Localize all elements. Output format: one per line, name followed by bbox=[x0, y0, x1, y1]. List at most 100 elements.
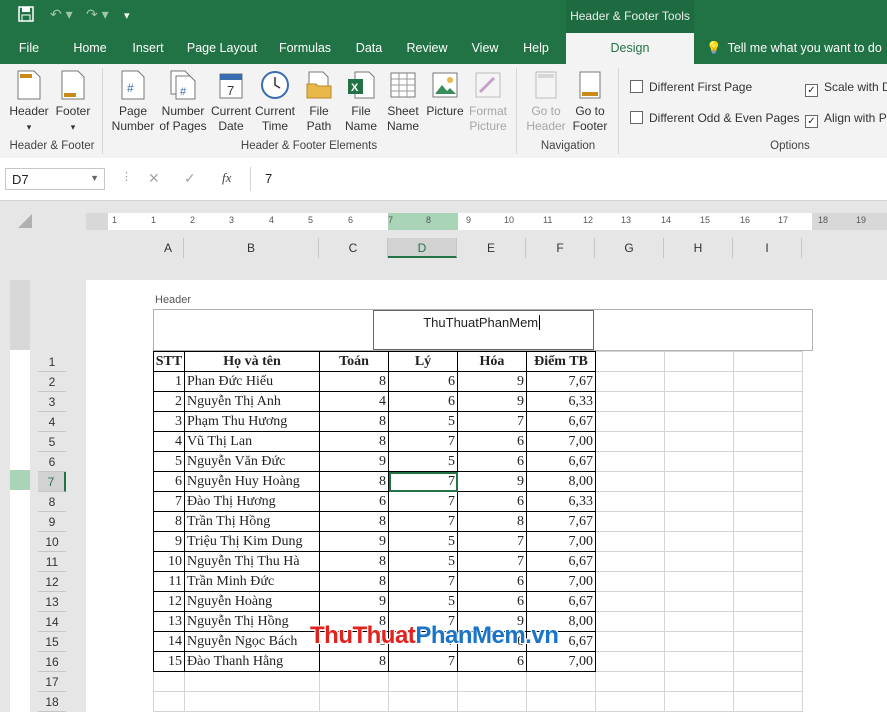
row-header-1[interactable]: 1 bbox=[38, 352, 66, 372]
row-header-17[interactable]: 17 bbox=[38, 672, 66, 692]
empty-cell[interactable] bbox=[664, 491, 734, 512]
different-odd-even-checkbox[interactable] bbox=[630, 111, 643, 124]
table-cell[interactable]: 8 bbox=[319, 431, 389, 452]
table-cell[interactable]: 7 bbox=[457, 411, 527, 432]
table-cell[interactable]: Nguyễn Thị Hồng bbox=[184, 611, 320, 632]
row-header-5[interactable]: 5 bbox=[38, 432, 66, 452]
table-cell[interactable]: 7,00 bbox=[526, 531, 596, 552]
tab-formulas[interactable]: Formulas bbox=[272, 33, 338, 64]
table-cell[interactable]: 14 bbox=[153, 631, 185, 652]
column-header-d[interactable]: D bbox=[388, 238, 457, 258]
empty-cell[interactable] bbox=[664, 611, 734, 632]
table-cell[interactable]: 7 bbox=[388, 491, 458, 512]
empty-cell[interactable] bbox=[664, 571, 734, 592]
go-to-footer-button[interactable]: Go to Footer bbox=[568, 70, 612, 134]
row-header-16[interactable]: 16 bbox=[38, 652, 66, 672]
table-cell[interactable]: 7 bbox=[388, 431, 458, 452]
table-cell[interactable]: 7 bbox=[457, 531, 527, 552]
table-cell[interactable]: 7,00 bbox=[526, 651, 596, 672]
table-cell[interactable]: Nguyễn Thị Anh bbox=[184, 391, 320, 412]
row-header-8[interactable]: 8 bbox=[38, 492, 66, 512]
table-header-cell[interactable]: Hóa bbox=[457, 351, 527, 372]
column-header-c[interactable]: C bbox=[319, 238, 388, 258]
customize-qat-icon[interactable]: ▾ bbox=[124, 9, 130, 22]
table-cell[interactable]: Trần Minh Đức bbox=[184, 571, 320, 592]
empty-cell[interactable] bbox=[733, 351, 803, 372]
empty-cell[interactable] bbox=[595, 571, 665, 592]
empty-cell[interactable] bbox=[733, 511, 803, 532]
table-cell[interactable]: 6 bbox=[457, 571, 527, 592]
empty-cell[interactable] bbox=[595, 671, 665, 692]
number-of-pages-button[interactable]: # Number of Pages bbox=[158, 70, 208, 134]
name-box-dropdown-icon[interactable]: ▼ bbox=[90, 173, 99, 183]
empty-cell[interactable] bbox=[595, 551, 665, 572]
active-cell[interactable]: 7 bbox=[388, 471, 458, 492]
different-odd-even-option[interactable]: Different Odd & Even Pages bbox=[630, 111, 800, 125]
table-cell[interactable]: 7,00 bbox=[526, 571, 596, 592]
empty-cell[interactable] bbox=[733, 571, 803, 592]
table-cell[interactable]: 7 bbox=[388, 571, 458, 592]
different-first-page-option[interactable]: Different First Page bbox=[630, 80, 752, 94]
format-picture-button[interactable]: Format Picture bbox=[466, 70, 510, 134]
table-cell[interactable]: Đào Thanh Hằng bbox=[184, 651, 320, 672]
align-with-margins-option[interactable]: ✓ Align with Page Margins bbox=[805, 111, 887, 128]
table-cell[interactable]: Trần Thị Hồng bbox=[184, 511, 320, 532]
sheet-name-button[interactable]: Sheet Name bbox=[382, 70, 424, 134]
empty-cell[interactable] bbox=[664, 391, 734, 412]
empty-cell[interactable] bbox=[733, 631, 803, 652]
table-cell[interactable]: 7 bbox=[457, 551, 527, 572]
table-cell[interactable]: Nguyễn Huy Hoàng bbox=[184, 471, 320, 492]
empty-cell[interactable] bbox=[664, 551, 734, 572]
row-header-14[interactable]: 14 bbox=[38, 612, 66, 632]
insert-function-icon[interactable]: fx bbox=[222, 170, 231, 186]
empty-cell[interactable] bbox=[595, 371, 665, 392]
table-cell[interactable]: 1 bbox=[153, 371, 185, 392]
empty-cell[interactable] bbox=[664, 531, 734, 552]
empty-cell[interactable] bbox=[595, 591, 665, 612]
empty-cell[interactable] bbox=[664, 691, 734, 712]
table-cell[interactable]: 9 bbox=[319, 531, 389, 552]
empty-cell[interactable] bbox=[733, 651, 803, 672]
row-header-18[interactable]: 18 bbox=[38, 692, 66, 712]
table-cell[interactable]: 8 bbox=[319, 371, 389, 392]
empty-cell[interactable] bbox=[733, 551, 803, 572]
table-cell[interactable]: 9 bbox=[319, 451, 389, 472]
scale-with-document-option[interactable]: ✓ Scale with Document bbox=[805, 80, 887, 97]
column-header-b[interactable]: B bbox=[184, 238, 319, 258]
empty-cell[interactable] bbox=[664, 471, 734, 492]
table-cell[interactable]: 4 bbox=[319, 391, 389, 412]
tab-view[interactable]: View bbox=[464, 33, 506, 64]
empty-cell[interactable] bbox=[153, 691, 185, 712]
table-cell[interactable]: 6 bbox=[457, 451, 527, 472]
table-cell[interactable]: 7 bbox=[388, 511, 458, 532]
table-cell[interactable]: Triệu Thị Kim Dung bbox=[184, 531, 320, 552]
empty-cell[interactable] bbox=[388, 671, 458, 692]
table-cell[interactable]: Phạm Thu Hương bbox=[184, 411, 320, 432]
column-header-a[interactable]: A bbox=[153, 238, 184, 258]
table-cell[interactable]: 6,67 bbox=[526, 591, 596, 612]
empty-cell[interactable] bbox=[595, 431, 665, 452]
column-header-g[interactable]: G bbox=[595, 238, 664, 258]
column-header-e[interactable]: E bbox=[457, 238, 526, 258]
footer-button[interactable]: Footer ▾ bbox=[52, 70, 94, 135]
table-cell[interactable]: 15 bbox=[153, 651, 185, 672]
file-path-button[interactable]: File Path bbox=[300, 70, 338, 134]
empty-cell[interactable] bbox=[733, 611, 803, 632]
table-cell[interactable]: 2 bbox=[153, 391, 185, 412]
table-header-cell[interactable]: Họ và tên bbox=[184, 351, 320, 372]
header-center-section[interactable]: ThuThuatPhanMem bbox=[373, 310, 594, 350]
empty-cell[interactable] bbox=[733, 491, 803, 512]
empty-cell[interactable] bbox=[319, 671, 389, 692]
empty-cell[interactable] bbox=[664, 631, 734, 652]
table-cell[interactable]: 5 bbox=[388, 411, 458, 432]
current-date-button[interactable]: 7 Current Date bbox=[208, 70, 254, 134]
empty-cell[interactable] bbox=[526, 691, 596, 712]
table-cell[interactable]: 5 bbox=[388, 451, 458, 472]
empty-cell[interactable] bbox=[184, 691, 320, 712]
table-cell[interactable]: 12 bbox=[153, 591, 185, 612]
table-cell[interactable]: 7,00 bbox=[526, 431, 596, 452]
tab-data[interactable]: Data bbox=[348, 33, 390, 64]
row-header-9[interactable]: 9 bbox=[38, 512, 66, 532]
tell-me-box[interactable]: 💡 Tell me what you want to do bbox=[706, 33, 887, 64]
table-cell[interactable]: 6,67 bbox=[526, 451, 596, 472]
